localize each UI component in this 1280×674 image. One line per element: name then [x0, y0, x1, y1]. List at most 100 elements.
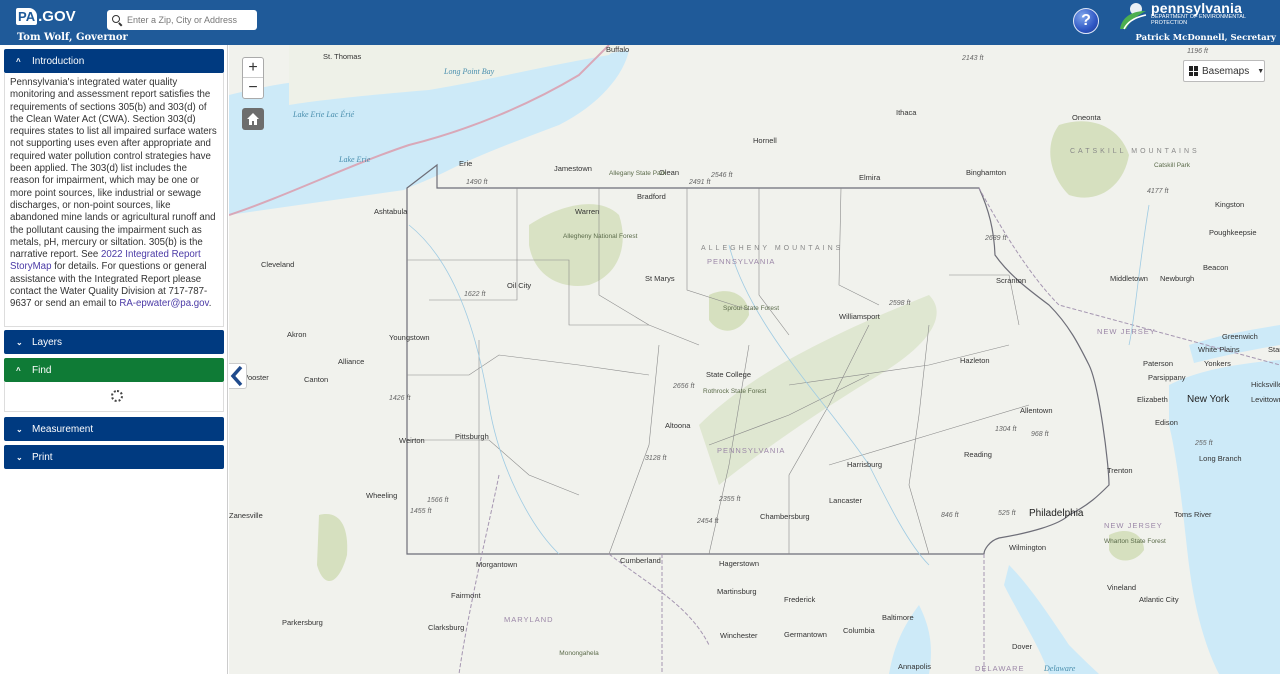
- panel-measurement-header[interactable]: ⌄ Measurement: [4, 417, 224, 441]
- region-label: CATSKILL MOUNTAINS: [1070, 148, 1200, 155]
- loading-spinner-icon: [111, 390, 123, 402]
- secretary-name: Patrick McDonnell, Secretary: [1135, 33, 1276, 43]
- elevation-label: 2656 ft: [673, 383, 695, 390]
- panel-label: Print: [32, 451, 53, 463]
- city-label: Morgantown: [476, 560, 518, 569]
- email-link[interactable]: RA-epwater@pa.gov: [119, 298, 208, 309]
- collapse-sidebar-button[interactable]: [229, 363, 247, 389]
- elevation-label: 3128 ft: [645, 455, 667, 462]
- city-label: Newburgh: [1160, 274, 1195, 283]
- chevron-down-icon: ⌄: [16, 424, 23, 434]
- city-label: Parsippany: [1148, 373, 1186, 382]
- panel-label: Find: [32, 364, 52, 376]
- region-label: MARYLAND: [504, 615, 554, 624]
- basemaps-dropdown[interactable]: Basemaps ▼: [1183, 60, 1265, 82]
- city-label: Long Branch: [1199, 454, 1242, 463]
- city-label: St. Thomas: [323, 52, 362, 61]
- elevation-label: 255 ft: [1195, 440, 1213, 447]
- city-label: Oil City: [507, 281, 532, 290]
- city-label: St Marys: [645, 274, 675, 283]
- pa-keystone-icon: PA: [16, 7, 38, 25]
- elevation-label: 2546 ft: [711, 172, 733, 179]
- city-label: Wheeling: [366, 491, 398, 500]
- wv-forest: [317, 514, 348, 582]
- wharton-forest: [1109, 530, 1144, 561]
- region-label: ALLEGHENY MOUNTAINS: [701, 245, 844, 252]
- chevron-down-icon: ⌄: [16, 337, 23, 347]
- city-label: Bradford: [637, 192, 666, 201]
- city-label: Edison: [1155, 418, 1178, 427]
- elevation-label: 2491 ft: [689, 179, 711, 186]
- chevron-down-icon: ⌄: [16, 452, 23, 462]
- address-search-input[interactable]: [127, 15, 252, 25]
- header: PA .GOV Tom Wolf, Governor ? pennsylvani…: [0, 0, 1280, 45]
- city-label: Altoona: [665, 421, 691, 430]
- region-label: DELAWARE: [975, 664, 1025, 673]
- zoom-in-button[interactable]: +: [243, 58, 263, 78]
- city-label: New York: [1187, 394, 1230, 405]
- panel-layers-header[interactable]: ⌄ Layers: [4, 330, 224, 354]
- panel-introduction-header[interactable]: ^ Introduction: [4, 49, 224, 73]
- city-label: Winchester: [720, 631, 758, 640]
- elevation-label: 525 ft: [998, 510, 1016, 517]
- city-label: Martinsburg: [717, 587, 757, 596]
- park-label: Rothrock State Forest: [703, 388, 767, 395]
- region-label: PENNSYLVANIA: [707, 257, 776, 266]
- park-label: Sproul State Forest: [723, 305, 779, 312]
- catskill-park: [1050, 121, 1129, 198]
- city-label: Beacon: [1203, 263, 1229, 272]
- help-button[interactable]: ?: [1073, 8, 1099, 34]
- dep-logo-icon: [1120, 3, 1147, 30]
- home-icon: [247, 113, 259, 125]
- city-label: Clarksburg: [428, 623, 465, 632]
- city-label: Oneonta: [1072, 113, 1101, 122]
- elevation-label: 1426 ft: [389, 395, 411, 402]
- basemaps-label: Basemaps: [1202, 65, 1250, 77]
- city-label: Poughkeepsie: [1209, 228, 1257, 237]
- address-search[interactable]: [107, 10, 257, 30]
- elevation-label: 2689 ft: [985, 235, 1007, 242]
- city-label: White Plains: [1198, 345, 1240, 354]
- city-label: Middletown: [1110, 274, 1148, 283]
- intro-paragraph: Pennsylvania's integrated water quality …: [10, 77, 217, 261]
- city-label: Dover: [1012, 642, 1033, 651]
- sidebar: ^ Introduction Pennsylvania's integrated…: [0, 45, 228, 674]
- elevation-label: 2454 ft: [697, 518, 719, 525]
- allegheny-forest: [529, 204, 623, 286]
- city-label: Pittsburgh: [455, 432, 489, 441]
- city-label: Philadelphia: [1029, 508, 1084, 519]
- city-label: Jamestown: [554, 164, 592, 173]
- city-label: Toms River: [1174, 510, 1212, 519]
- map-view[interactable]: Buffalo St. Thomas Ithaca Hornell Oneonta Jam…: [229, 45, 1280, 674]
- elevation-label: 1455 ft: [410, 508, 432, 515]
- chevron-up-icon: ^: [16, 365, 21, 375]
- park-label: Wharton State Forest: [1104, 538, 1166, 545]
- pa-gov-text: .GOV: [38, 7, 76, 25]
- panel-print-header[interactable]: ⌄ Print: [4, 445, 224, 469]
- city-label: Yonkers: [1204, 359, 1231, 368]
- park-label: Allegheny National Forest: [563, 233, 638, 240]
- city-label: Ashtabula: [374, 207, 408, 216]
- city-label: Atlantic City: [1139, 595, 1179, 604]
- elevation-label: 846 ft: [941, 512, 959, 519]
- city-label: Vineland: [1107, 583, 1137, 592]
- city-label: Lancaster: [829, 496, 862, 505]
- home-button[interactable]: [242, 108, 264, 130]
- city-label: Trenton: [1107, 466, 1133, 475]
- city-label: Germantown: [784, 630, 827, 639]
- water-label: Delaware: [1044, 664, 1076, 673]
- panel-label: Introduction: [32, 55, 85, 67]
- city-label: Zanesville: [229, 511, 263, 520]
- zoom-out-button[interactable]: −: [243, 78, 263, 98]
- water-label: Lake Erie Lac Érié: [293, 110, 355, 119]
- panel-label: Measurement: [32, 423, 94, 435]
- elevation-label: 968 ft: [1031, 431, 1049, 438]
- elevation-label: 2143 ft: [962, 55, 984, 62]
- governor-name: Tom Wolf, Governor: [17, 32, 128, 43]
- pa-gov-logo[interactable]: PA .GOV: [16, 3, 76, 29]
- grid-icon: [1189, 66, 1198, 76]
- city-label: Canton: [304, 375, 329, 384]
- water-label: Long Point Bay: [444, 67, 495, 76]
- panel-find-header[interactable]: ^ Find: [4, 358, 224, 382]
- city-label: Harrisburg: [847, 460, 883, 469]
